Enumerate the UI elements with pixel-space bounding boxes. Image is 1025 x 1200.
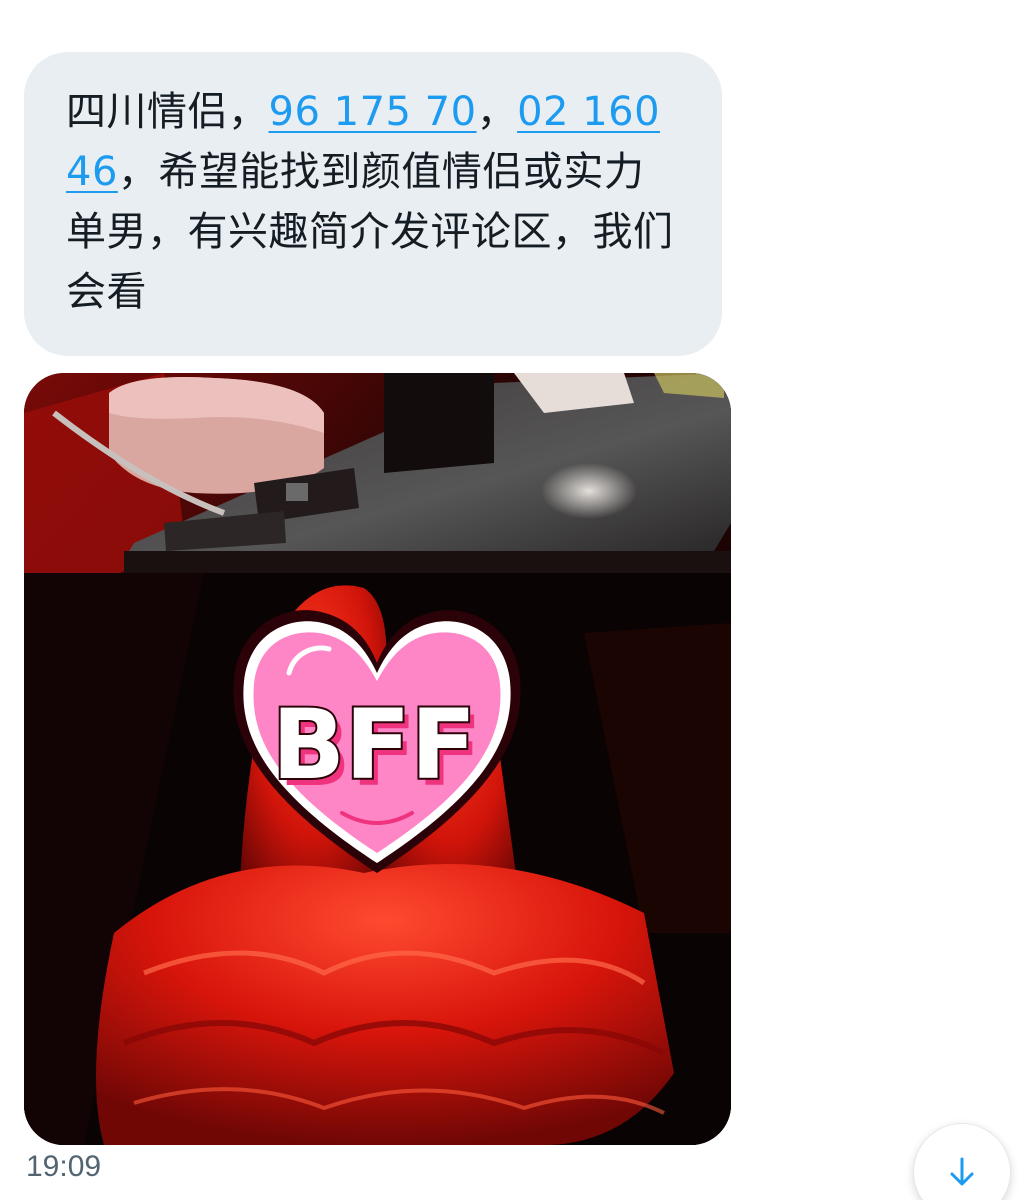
photo-image: BFF BFF bbox=[24, 373, 731, 1145]
message-text: ，希望能找到颜值情侣或实力单男，有兴趣简介发评论区，我们会看 bbox=[66, 149, 674, 315]
arrow-down-icon bbox=[950, 1157, 974, 1186]
message-photo[interactable]: BFF BFF bbox=[24, 373, 731, 1145]
sticker-label: BFF bbox=[272, 689, 476, 801]
phone-link-1[interactable]: 96 175 70 bbox=[269, 89, 477, 135]
chat-conversation: 四川情侣，96 175 70，02 160 46，希望能找到颜值情侣或实力单男，有… bbox=[0, 0, 1025, 1200]
message-text: ， bbox=[476, 89, 518, 135]
message-timestamp: 19:09 bbox=[26, 1150, 102, 1183]
message-text: 四川情侣， bbox=[66, 89, 269, 135]
scroll-to-bottom-button[interactable] bbox=[914, 1124, 1010, 1200]
message-bubble[interactable]: 四川情侣，96 175 70，02 160 46，希望能找到颜值情侣或实力单男，有… bbox=[24, 52, 722, 356]
